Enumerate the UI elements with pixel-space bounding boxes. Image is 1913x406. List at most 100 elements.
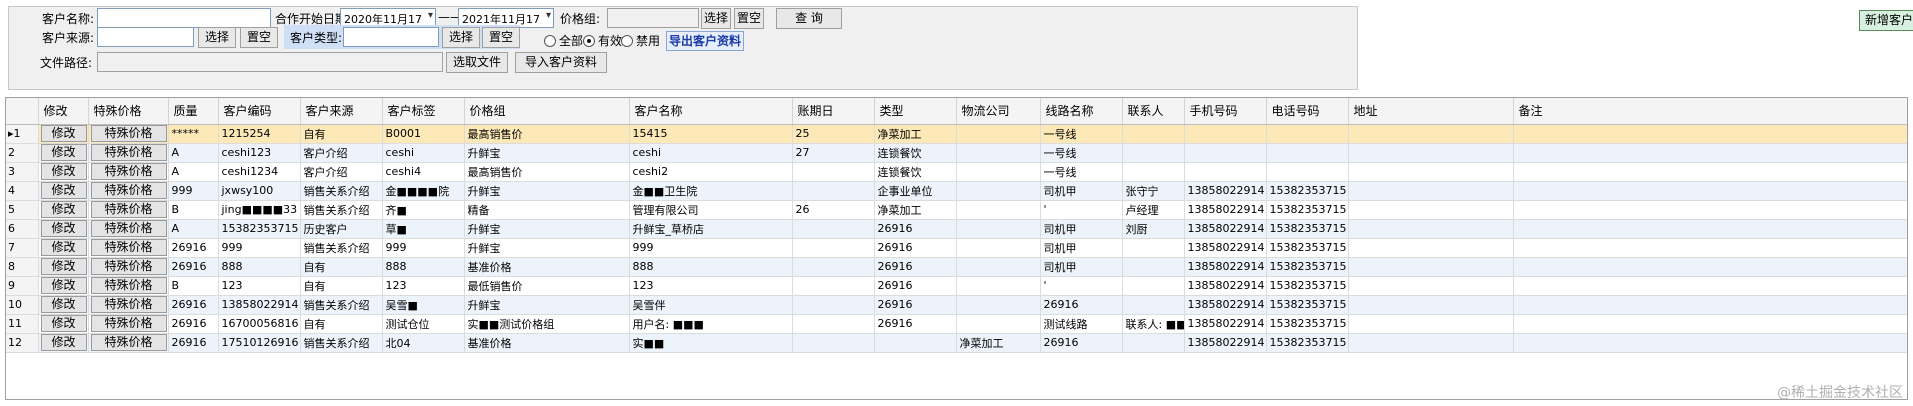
column-header[interactable]: 客户标签	[382, 98, 465, 125]
special-price-button[interactable]: 特殊价格	[90, 277, 167, 294]
new-customer-button[interactable]: 新增客户	[1859, 10, 1913, 31]
table-cell	[1348, 257, 1514, 277]
table-cell: 客户介绍	[300, 162, 383, 182]
column-header[interactable]: 电话号码	[1266, 98, 1349, 125]
table-cell: 自有	[300, 124, 383, 144]
edit-button[interactable]: 修改	[40, 296, 87, 313]
column-header[interactable]: 账期日	[792, 98, 875, 125]
column-header[interactable]: 客户来源	[300, 98, 383, 125]
table-cell: 连锁餐饮	[874, 143, 957, 163]
customer-source-input[interactable]	[97, 27, 194, 47]
table-cell: 999	[168, 181, 219, 201]
edit-button[interactable]: 修改	[40, 277, 87, 294]
edit-button[interactable]: 修改	[40, 144, 87, 161]
radio-valid-label: 有效	[598, 34, 623, 48]
edit-button[interactable]: 修改	[40, 163, 87, 180]
column-header[interactable]: 质量	[168, 98, 219, 125]
table-row[interactable]: 2 修改 特殊价格 Aceshi123 客户介绍 ceshi 升鲜宝 ceshi 27 连锁餐饮一…	[6, 143, 1907, 163]
table-cell: 15415	[629, 124, 793, 144]
edit-button[interactable]: 修改	[40, 258, 87, 275]
special-price-button[interactable]: 特殊价格	[90, 182, 167, 199]
edit-button[interactable]: 修改	[40, 239, 87, 256]
special-price-button[interactable]: 特殊价格	[90, 334, 167, 351]
special-price-button[interactable]: 特殊价格	[90, 163, 167, 180]
special-price-cell: 特殊价格	[88, 219, 169, 239]
table-row[interactable]: 8 修改 特殊价格 26916 888 自有 888 基准价格 888 26916 司机甲 13858…	[6, 257, 1907, 277]
type-clear-button[interactable]: 置空	[482, 27, 520, 48]
export-customers-button[interactable]: 导出客户资料	[666, 31, 744, 51]
table-row[interactable]: 5 修改 特殊价格 Bjing■■■■33 销售关系介绍 齐■ 精备 管理有限公司 26 净菜加工…	[6, 200, 1907, 220]
edit-button[interactable]: 修改	[40, 182, 87, 199]
special-price-button[interactable]: 特殊价格	[90, 201, 167, 218]
column-header[interactable]: 修改	[38, 98, 89, 125]
query-button[interactable]: 查 询	[776, 8, 842, 29]
table-cell: 27	[792, 143, 875, 163]
price-group-select-button[interactable]: 选择	[701, 8, 731, 29]
column-header[interactable]: 联系人	[1122, 98, 1185, 125]
radio-all[interactable]: 全部	[544, 32, 583, 49]
table-cell: 15382353715	[1266, 333, 1349, 353]
table-cell: 销售关系介绍	[300, 200, 383, 220]
edit-button[interactable]: 修改	[40, 315, 87, 332]
special-price-button[interactable]: 特殊价格	[90, 220, 167, 237]
edit-button[interactable]: 修改	[40, 125, 87, 142]
column-header[interactable]: 类型	[874, 98, 957, 125]
special-price-button[interactable]: 特殊价格	[90, 239, 167, 256]
table-cell	[956, 181, 1041, 201]
table-cell: 司机甲	[1040, 181, 1123, 201]
table-cell: 升鲜宝	[464, 143, 630, 163]
edit-button[interactable]: 修改	[40, 201, 87, 218]
table-cell	[1122, 295, 1185, 315]
table-row[interactable]: 9 修改 特殊价格 B 123 自有 123 最低销售价 123 26916 ' 1385802291…	[6, 276, 1907, 296]
column-header[interactable]	[6, 98, 39, 125]
table-row[interactable]: ▸1 修改 特殊价格 ***** 1215254 自有 B0001 最高销售价 15415 25 净…	[6, 124, 1907, 144]
type-select-button[interactable]: 选择	[442, 27, 480, 48]
table-row[interactable]: 12 修改 特殊价格 26916 17510126916 销售关系介绍 北04 基准价格 实■■…	[6, 333, 1907, 353]
table-cell: ceshi4	[382, 162, 465, 182]
source-select-button[interactable]: 选择	[198, 27, 236, 48]
table-cell: 销售关系介绍	[300, 238, 383, 258]
column-header[interactable]: 价格组	[464, 98, 630, 125]
special-price-cell: 特殊价格	[88, 162, 169, 182]
table-cell: 精备	[464, 200, 630, 220]
column-header[interactable]: 备注	[1513, 98, 1907, 125]
special-price-button[interactable]: 特殊价格	[90, 315, 167, 332]
edit-button[interactable]: 修改	[40, 334, 87, 351]
column-header[interactable]: 手机号码	[1184, 98, 1267, 125]
column-header[interactable]: 物流公司	[956, 98, 1041, 125]
column-header[interactable]: 特殊价格	[88, 98, 169, 125]
table-row[interactable]: 11 修改 特殊价格 26916 16700056816 自有 测试仓位 实■■测试价格组 用户…	[6, 314, 1907, 334]
column-header[interactable]: 线路名称	[1040, 98, 1123, 125]
table-row[interactable]: 10 修改 特殊价格 26916 13858022914 销售关系介绍 吴雪■ 升鲜宝 吴雪伴 2…	[6, 295, 1907, 315]
radio-disabled[interactable]: 禁用	[621, 32, 660, 49]
table-row[interactable]: 6 修改 特殊价格 A 15382353715 历史客户 草■ 升鲜宝 升鲜宝_草桥店 26916…	[6, 219, 1907, 239]
price-group-input[interactable]	[607, 8, 699, 28]
table-cell	[792, 257, 875, 277]
column-header[interactable]: 客户名称	[629, 98, 793, 125]
table-row[interactable]: 4 修改 特殊价格 999 jxwsy100 销售关系介绍 金■■■■院 升鲜宝 金■■卫生院 企…	[6, 181, 1907, 201]
file-path-input[interactable]	[97, 52, 443, 72]
special-price-button[interactable]: 特殊价格	[90, 144, 167, 161]
import-customers-button[interactable]: 导入客户资料	[515, 52, 607, 73]
table-cell: 26916	[874, 276, 957, 296]
radio-valid[interactable]: 有效	[583, 32, 622, 49]
special-price-button[interactable]: 特殊价格	[90, 258, 167, 275]
customer-name-input[interactable]	[97, 8, 271, 28]
table-cell: 13858022914	[218, 295, 301, 315]
table-cell: '	[1040, 276, 1123, 296]
column-header[interactable]: 客户编码	[218, 98, 301, 125]
table-cell	[1184, 143, 1267, 163]
column-header[interactable]: 地址	[1348, 98, 1514, 125]
table-cell: 15382353715	[218, 219, 301, 239]
source-clear-button[interactable]: 置空	[240, 27, 278, 48]
customer-type-input[interactable]	[343, 27, 439, 47]
price-group-clear-button[interactable]: 置空	[734, 8, 764, 29]
special-price-button[interactable]: 特殊价格	[90, 125, 167, 142]
special-price-button[interactable]: 特殊价格	[90, 296, 167, 313]
table-cell: '	[1040, 200, 1123, 220]
table-cell: ceshi2	[629, 162, 793, 182]
pick-file-button[interactable]: 选取文件	[446, 52, 508, 73]
table-row[interactable]: 3 修改 特殊价格 Aceshi1234 客户介绍 ceshi4 最高销售价 ceshi2 连锁…	[6, 162, 1907, 182]
edit-button[interactable]: 修改	[40, 220, 87, 237]
table-row[interactable]: 7 修改 特殊价格 26916 999 销售关系介绍 999 升鲜宝 999 26916 司机甲 13…	[6, 238, 1907, 258]
